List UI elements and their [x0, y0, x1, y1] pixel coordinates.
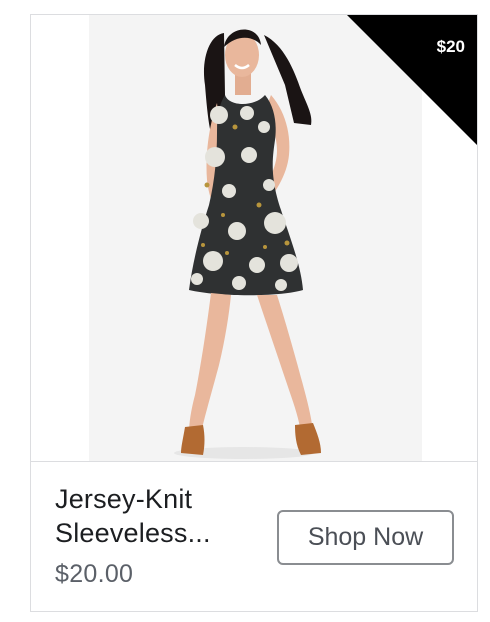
shop-now-button[interactable]: Shop Now [277, 510, 454, 565]
product-title-line-1: Jersey-Knit [55, 484, 193, 514]
product-title-line-2: Sleeveless... [55, 518, 211, 548]
product-ad-card[interactable]: $20 Jersey-Knit Sleeveless... $20.00 Sho… [30, 14, 478, 612]
ribbon-price-label: $20 [436, 37, 465, 56]
product-image-area[interactable]: $20 [31, 15, 477, 462]
product-title[interactable]: Jersey-Knit Sleeveless... [55, 482, 275, 550]
product-price: $20.00 [55, 560, 134, 588]
product-info: Jersey-Knit Sleeveless... $20.00 Shop No… [31, 462, 477, 611]
image-margin-left [31, 15, 89, 461]
price-ribbon [347, 15, 477, 145]
